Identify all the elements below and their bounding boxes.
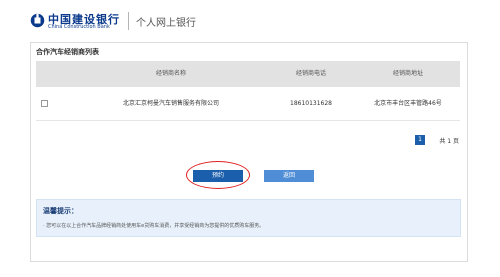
page-total: 共 1 页	[439, 138, 459, 145]
table-row[interactable]: 北京汇京柯曼汽车销售服务有限公司 18610131628 北京市丰台区丰管路46…	[36, 87, 460, 121]
column-header-phone: 经销商电话	[295, 70, 326, 77]
dealer-list-panel: 合作汽车经销商列表 经销商名称 经销商电话 经销商地址 北京汇京柯曼汽车销售服务…	[30, 42, 468, 262]
portal-title: 个人网上银行	[136, 18, 196, 29]
table-header: 经销商名称 经销商电话 经销商地址	[36, 61, 460, 87]
dealer-phone: 18610131628	[290, 100, 332, 107]
book-button[interactable]: 预约	[193, 170, 243, 182]
panel-title: 合作汽车经销商列表	[36, 48, 99, 56]
row-select-checkbox[interactable]	[41, 100, 48, 107]
site-header: 中国建设银行 China Construction Bank 个人网上银行	[0, 0, 500, 38]
column-header-address: 经销商地址	[392, 70, 423, 77]
dealer-table: 经销商名称 经销商电话 经销商地址 北京汇京柯曼汽车销售服务有限公司 18610…	[36, 61, 460, 121]
tips-text: · 您可以在以上合作汽车品牌经销商处使用车e贷购车消费，并享受经销商为您提供的优…	[43, 223, 265, 229]
tips-box: 温馨提示： · 您可以在以上合作汽车品牌经销商处使用车e贷购车消费，并享受经销商…	[36, 199, 461, 237]
ccb-logo-icon	[30, 13, 45, 28]
dealer-address: 北京市丰台区丰管路46号	[374, 100, 442, 107]
header-divider	[128, 12, 129, 30]
bank-name-en: China Construction Bank	[48, 24, 110, 30]
column-header-name: 经销商名称	[155, 70, 186, 77]
back-button[interactable]: 返回	[264, 170, 314, 182]
page-number-current[interactable]: 1	[415, 135, 425, 145]
tips-title: 温馨提示：	[43, 207, 78, 215]
dealer-name: 北京汇京柯曼汽车销售服务有限公司	[122, 100, 219, 107]
